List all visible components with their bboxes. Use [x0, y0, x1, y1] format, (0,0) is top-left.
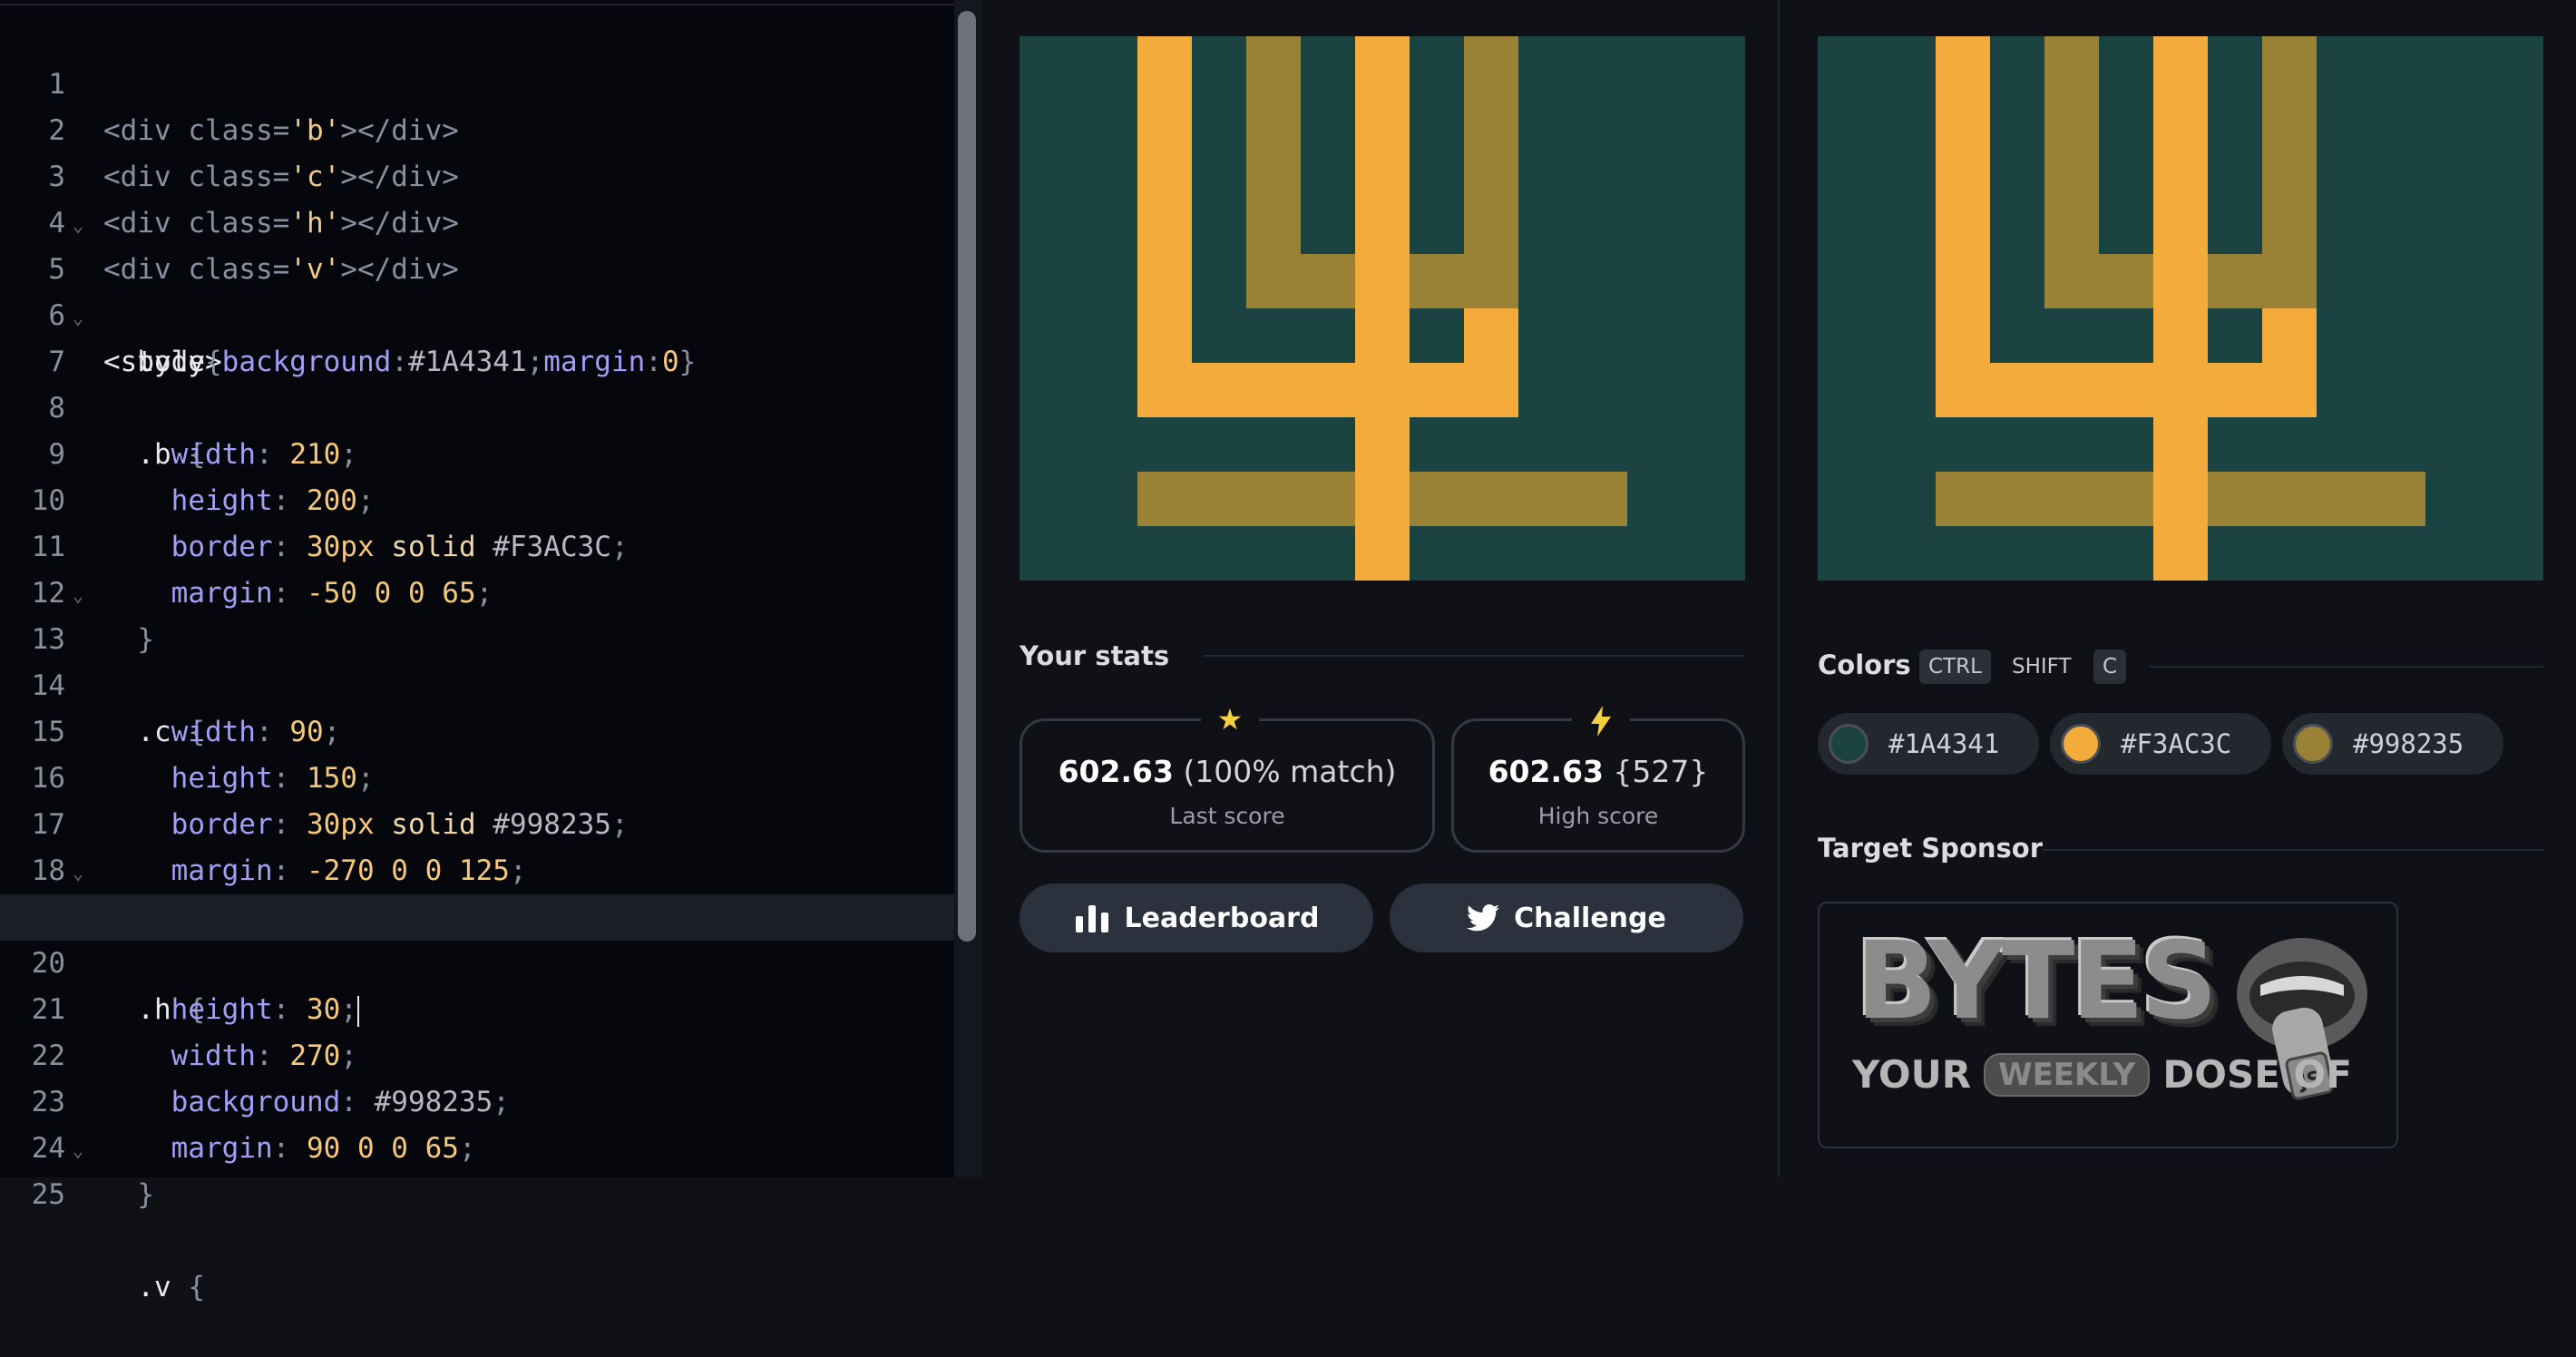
sponsor-tagline: YOUR WEEKLY DOSE OF: [1852, 1052, 2352, 1097]
code-line[interactable]: 3 <div class='h'></div>: [0, 108, 954, 239]
bar-chart-icon: [1075, 905, 1108, 932]
colors-divider: [2150, 666, 2543, 668]
sponsor-logo-word: BYTES: [1856, 918, 2218, 1043]
code-line[interactable]: 5 ⌄ <style>: [0, 200, 954, 378]
fold-chevron-icon[interactable]: ⌄: [73, 1128, 83, 1174]
target-preview[interactable]: [1818, 36, 2543, 581]
sponsor-divider: [2043, 849, 2543, 851]
kbd-shift: SHIFT: [2012, 655, 2072, 678]
stats-divider: [1203, 655, 1745, 657]
code-line[interactable]: 8 width: 210;: [0, 339, 954, 471]
last-score-value: 602.63 (100% match): [1058, 754, 1397, 789]
color-swatch: [2061, 724, 2101, 764]
editor-top-border: [0, 4, 961, 5]
code-line[interactable]: 21 width: 270;: [0, 941, 954, 1072]
color-swatch: [1829, 724, 1869, 764]
color-hex: #1A4341: [1888, 728, 2000, 759]
tagline-weekly: WEEKLY: [1984, 1052, 2151, 1097]
leaderboard-button[interactable]: Leaderboard: [1020, 884, 1373, 952]
color-swatch: [2293, 724, 2333, 764]
color-hex: #998235: [2353, 728, 2464, 759]
target-shape-v-bar: [2153, 36, 2208, 581]
high-score-card: 602.63 {527} High score: [1451, 701, 1745, 853]
high-score-value: 602.63 {527}: [1488, 754, 1709, 789]
color-chip-1[interactable]: #1A4341: [1818, 713, 2039, 775]
challenge-label: Challenge: [1514, 902, 1666, 934]
code-line[interactable]: 13 ⌄ .c {: [0, 571, 954, 748]
code-line[interactable]: 7 ⌄ .b {: [0, 293, 954, 471]
panel-divider: [1778, 0, 1780, 1177]
code-line[interactable]: 11 margin: -50 0 0 65;: [0, 478, 954, 610]
code-line[interactable]: 15 height: 150;: [0, 663, 954, 795]
kbd-c: C: [2093, 649, 2127, 684]
tagline-your: YOUR: [1852, 1052, 1972, 1097]
output-preview[interactable]: [1020, 36, 1745, 581]
stats-title: Your stats: [1020, 640, 1170, 671]
editor-scrollbar-thumb[interactable]: [958, 11, 976, 942]
code-line[interactable]: 4 <div class='v'></div>: [0, 154, 954, 286]
line-number: 25: [31, 1178, 65, 1211]
last-score-card: ★ 602.63 (100% match) Last score: [1020, 701, 1435, 853]
star-icon: ★: [1201, 701, 1259, 737]
fold-chevron-icon[interactable]: ⌄: [73, 295, 83, 341]
tagline-dose: DOSE OF: [2162, 1052, 2352, 1097]
leaderboard-label: Leaderboard: [1124, 902, 1320, 934]
kbd-ctrl: CTRL: [1919, 649, 1991, 684]
last-score-label: Last score: [1169, 803, 1285, 829]
fold-chevron-icon[interactable]: ⌄: [73, 202, 83, 249]
challenge-button[interactable]: Challenge: [1390, 884, 1743, 952]
code-line[interactable]: 2 <div class='c'></div>: [0, 62, 954, 193]
sponsor-card[interactable]: BYTES JS YOUR WEEKLY DOSE OF: [1818, 902, 2398, 1148]
code-line[interactable]: 9 height: 200;: [0, 386, 954, 517]
code-editor[interactable]: 1 <div class='b'></div> 2 <div class='c'…: [0, 0, 961, 1303]
code-line-active[interactable]: 20 height: 30;: [0, 894, 954, 1027]
code-line[interactable]: 23 margin: 90 0 0 65;: [0, 1033, 954, 1165]
code-line[interactable]: 10 border: 30px solid #F3AC3C;: [0, 432, 954, 563]
code-line[interactable]: 22 background: #998235;: [0, 987, 954, 1118]
code-line[interactable]: 17 margin: -270 0 0 125;: [0, 756, 954, 887]
fold-chevron-icon[interactable]: ⌄: [73, 572, 83, 619]
color-chip-2[interactable]: #F3AC3C: [2050, 713, 2271, 775]
color-hex: #F3AC3C: [2121, 728, 2232, 759]
code-line[interactable]: 12 }: [0, 524, 954, 656]
code-line[interactable]: 14 width: 90;: [0, 617, 954, 748]
code-line[interactable]: 1 <div class='b'></div>: [0, 15, 954, 147]
colors-title: Colors: [1818, 649, 1911, 680]
code-line[interactable]: 6 body{background:#1A4341;margin:0}: [0, 247, 954, 378]
code-line[interactable]: 25 ⌄ .v {: [0, 1126, 954, 1303]
high-score-label: High score: [1537, 803, 1659, 829]
sponsor-title: Target Sponsor: [1818, 833, 2044, 864]
shape-v-bar: [1355, 36, 1410, 581]
twitter-bird-icon: [1467, 904, 1500, 932]
code-line[interactable]: 24 }: [0, 1079, 954, 1211]
color-chip-3[interactable]: #998235: [2282, 713, 2503, 775]
code-token: .v: [137, 1271, 171, 1303]
code-line[interactable]: 18 }: [0, 802, 954, 933]
code-line[interactable]: 19 ⌄ .h {: [0, 848, 954, 1026]
bolt-icon: [1572, 701, 1630, 737]
fold-chevron-icon[interactable]: ⌄: [73, 850, 83, 896]
code-line[interactable]: 16 border: 30px solid #998235;: [0, 709, 954, 841]
